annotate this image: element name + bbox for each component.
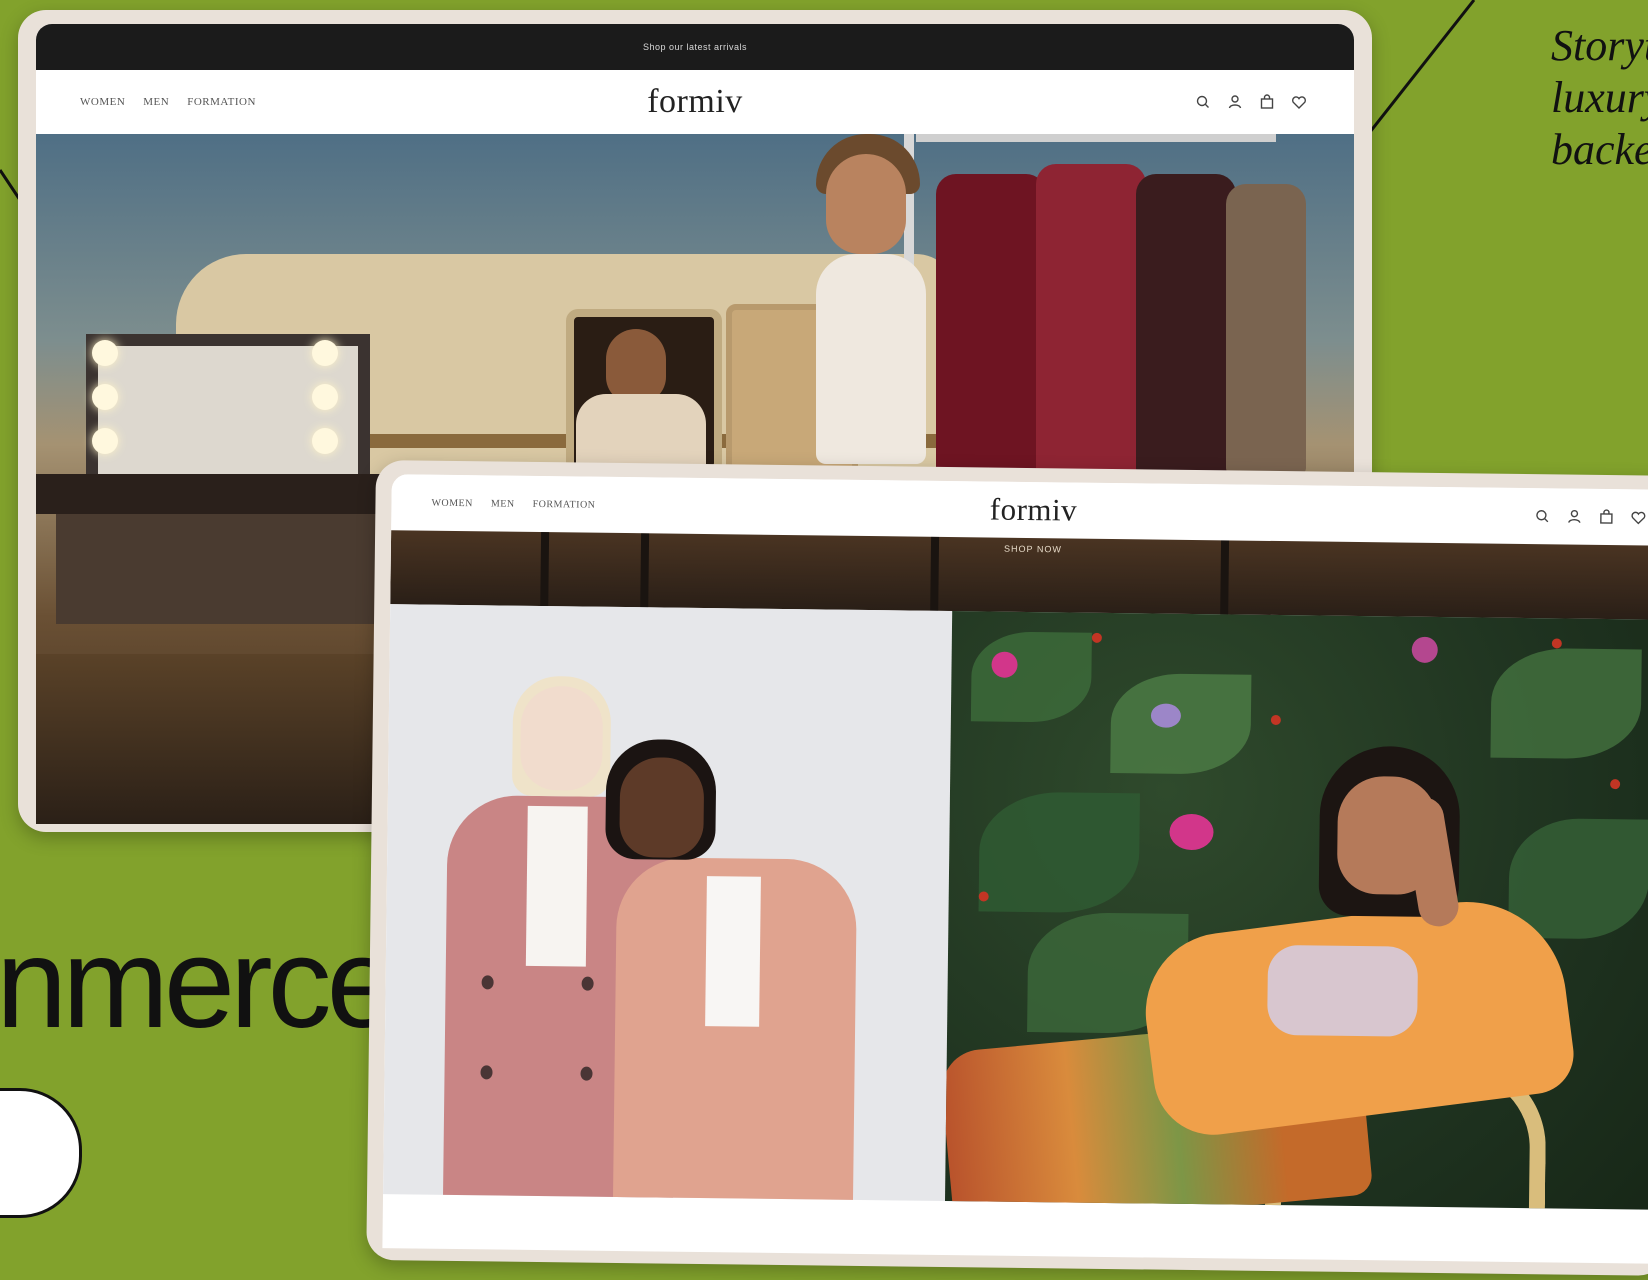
sequin-top bbox=[1267, 944, 1419, 1037]
lace-dress bbox=[1036, 164, 1146, 474]
presentation-canvas: Storyt luxury backe nmerce Shop our late… bbox=[0, 0, 1648, 1280]
mirror-bulb bbox=[92, 340, 118, 366]
header-icons bbox=[1533, 507, 1647, 526]
bag-icon[interactable] bbox=[1258, 93, 1276, 111]
right-diagonal-line bbox=[1368, 0, 1476, 133]
mirror-bulb bbox=[312, 428, 338, 454]
dark-garment bbox=[1136, 174, 1236, 474]
headline-fragment: nmerce bbox=[0, 912, 398, 1055]
bag-icon[interactable] bbox=[1597, 508, 1615, 526]
site-logo[interactable]: formiv bbox=[647, 83, 743, 121]
pink-flower bbox=[991, 651, 1018, 678]
nav-women[interactable]: WOMEN bbox=[80, 96, 125, 108]
coat-button bbox=[580, 1066, 593, 1081]
site-header: WOMEN MEN FORMATION formiv bbox=[36, 70, 1354, 134]
story-line-2: luxury bbox=[1551, 73, 1648, 122]
mirror-bulb bbox=[92, 384, 118, 410]
nav-men[interactable]: MEN bbox=[491, 498, 515, 509]
berry bbox=[1610, 779, 1621, 790]
pink-flower bbox=[1169, 813, 1214, 851]
heart-icon[interactable] bbox=[1290, 93, 1308, 111]
mirror-bulb bbox=[312, 384, 338, 410]
nav-formation[interactable]: FORMATION bbox=[187, 96, 256, 108]
woman-face bbox=[826, 154, 906, 254]
berry bbox=[1270, 714, 1281, 726]
main-nav: WOMEN MEN FORMATION bbox=[80, 96, 256, 108]
coat-garment bbox=[1226, 184, 1306, 474]
announcement-bar: Shop our latest arrivals bbox=[36, 24, 1354, 70]
story-line-1: Storyt bbox=[1551, 21, 1648, 70]
white-top bbox=[525, 805, 588, 967]
front-browser-mockup: WOMEN MEN FORMATION formiv SHOP NOW bbox=[366, 460, 1648, 1276]
mirror-bulb bbox=[92, 428, 118, 454]
leaf bbox=[1110, 673, 1252, 775]
mirror-bulb bbox=[312, 340, 338, 366]
makeup-table bbox=[36, 474, 396, 514]
main-nav: WOMEN MEN FORMATION bbox=[431, 497, 595, 510]
nav-men[interactable]: MEN bbox=[143, 96, 169, 108]
white-top bbox=[705, 876, 761, 1027]
front-site-viewport: WOMEN MEN FORMATION formiv SHOP NOW bbox=[382, 474, 1648, 1264]
search-icon[interactable] bbox=[1533, 507, 1551, 525]
makeup-case bbox=[56, 514, 396, 624]
story-line-3: backe bbox=[1551, 125, 1648, 174]
berry bbox=[1551, 638, 1562, 649]
account-icon[interactable] bbox=[1565, 508, 1583, 526]
clothing-rack-bar bbox=[916, 134, 1276, 142]
pill-button[interactable] bbox=[0, 1088, 82, 1218]
leaf bbox=[978, 791, 1140, 914]
pink-flower bbox=[1411, 636, 1438, 663]
garden-image[interactable] bbox=[944, 611, 1648, 1210]
leaf bbox=[1490, 647, 1642, 760]
image-grid bbox=[383, 604, 1648, 1210]
berry bbox=[978, 891, 989, 902]
pink-suits-image[interactable] bbox=[383, 604, 953, 1202]
header-icons bbox=[1194, 93, 1308, 111]
man-face bbox=[606, 329, 666, 403]
account-icon[interactable] bbox=[1226, 93, 1244, 111]
nav-women[interactable]: WOMEN bbox=[431, 497, 473, 509]
site-logo[interactable]: formiv bbox=[990, 492, 1078, 529]
heart-icon[interactable] bbox=[1629, 508, 1647, 526]
coat-button bbox=[481, 975, 494, 990]
berry bbox=[1091, 632, 1102, 643]
model-face bbox=[619, 757, 705, 859]
leaf bbox=[970, 631, 1092, 723]
search-icon[interactable] bbox=[1194, 93, 1212, 111]
model-face bbox=[519, 685, 604, 791]
nav-formation[interactable]: FORMATION bbox=[533, 498, 596, 510]
red-dress bbox=[936, 174, 1046, 474]
man-body bbox=[576, 394, 706, 464]
leaf bbox=[1508, 817, 1648, 940]
coat-button bbox=[581, 976, 594, 991]
left-diagonal-line bbox=[0, 169, 22, 201]
story-text: Storyt luxury backe bbox=[1551, 20, 1648, 176]
woman-body bbox=[816, 254, 926, 464]
purple-flower bbox=[1150, 703, 1182, 728]
